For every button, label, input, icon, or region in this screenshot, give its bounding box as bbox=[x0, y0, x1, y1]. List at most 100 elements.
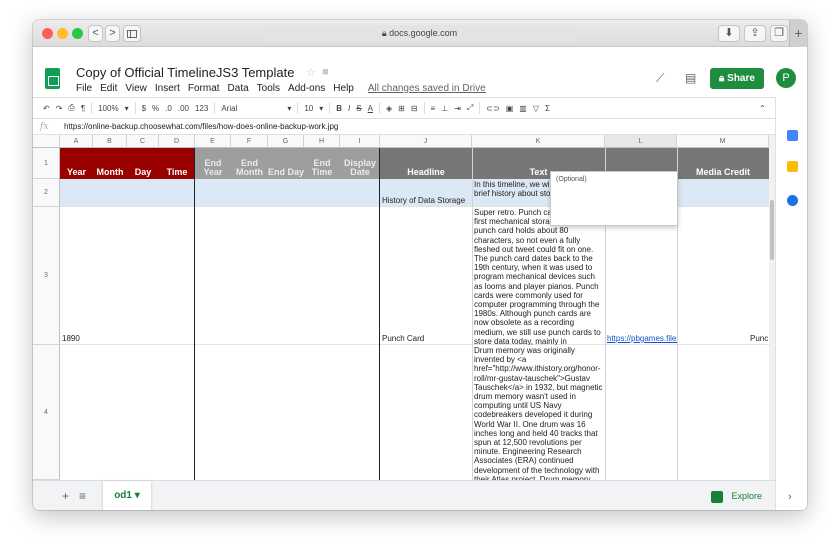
column-header-a[interactable]: A bbox=[60, 135, 93, 148]
decrease-decimal-button[interactable]: .0 bbox=[165, 104, 172, 113]
paint-format-icon[interactable]: ¶ bbox=[81, 104, 85, 113]
comments-icon[interactable]: ▤ bbox=[685, 71, 696, 85]
bold-button[interactable]: B bbox=[336, 104, 342, 113]
header-end-time[interactable]: End Time bbox=[304, 148, 340, 179]
column-header-m[interactable]: M bbox=[677, 135, 769, 148]
save-status[interactable]: All changes saved in Drive bbox=[368, 83, 486, 94]
header-media-credit[interactable]: Media Credit bbox=[677, 148, 769, 179]
column-header-e[interactable]: E bbox=[195, 135, 231, 148]
cell-k4[interactable]: Drum memory was originally invented by <… bbox=[472, 345, 605, 480]
add-sheet-icon[interactable]: + bbox=[62, 489, 69, 503]
horizontal-align-icon[interactable]: ≡ bbox=[431, 104, 436, 113]
avatar[interactable]: P bbox=[776, 68, 796, 88]
menu-edit[interactable]: Edit bbox=[100, 83, 117, 94]
column-header-g[interactable]: G bbox=[268, 135, 304, 148]
font-select[interactable]: Arial bbox=[221, 104, 281, 113]
explore-button[interactable]: Explore bbox=[711, 487, 771, 505]
menu-view[interactable]: View bbox=[125, 83, 147, 94]
header-headline[interactable]: Headline bbox=[380, 148, 472, 179]
header-end-year[interactable]: End Year bbox=[195, 148, 231, 179]
menu-file[interactable]: File bbox=[76, 83, 92, 94]
undo-icon[interactable]: ↶ bbox=[43, 104, 50, 113]
column-header-b[interactable]: B bbox=[93, 135, 127, 148]
menu-help[interactable]: Help bbox=[333, 83, 354, 94]
italic-button[interactable]: I bbox=[348, 104, 350, 113]
font-size-select[interactable]: 10 bbox=[304, 104, 313, 113]
tasks-icon[interactable] bbox=[787, 195, 798, 206]
collapse-toolbar-icon[interactable]: ⌃ bbox=[759, 104, 766, 113]
cell-k3[interactable]: Super retro. Punch cards were the first … bbox=[472, 207, 605, 345]
cell-a3[interactable]: 1890 bbox=[62, 334, 102, 343]
close-window-button[interactable] bbox=[42, 28, 53, 39]
menu-addons[interactable]: Add-ons bbox=[288, 83, 325, 94]
header-end-day[interactable]: End Day bbox=[268, 148, 304, 179]
column-header-f[interactable]: F bbox=[231, 135, 268, 148]
folder-icon[interactable]: ■ bbox=[322, 66, 329, 78]
column-header-c[interactable]: C bbox=[127, 135, 159, 148]
print-icon[interactable]: ⎙ bbox=[68, 103, 74, 113]
cell-j2[interactable]: History of Data Storage bbox=[382, 196, 472, 205]
header-year[interactable]: Year bbox=[60, 148, 93, 179]
zoom-window-button[interactable] bbox=[72, 28, 83, 39]
header-day[interactable]: Day bbox=[127, 148, 159, 179]
redo-icon[interactable]: ↷ bbox=[56, 104, 63, 113]
calendar-icon[interactable] bbox=[787, 130, 798, 141]
spreadsheet-grid[interactable]: A B C D E F G H I J K L M 1 2 3 4 Year M… bbox=[33, 135, 769, 480]
tab-overview-button[interactable]: ❐ bbox=[770, 25, 788, 42]
column-header-i[interactable]: I bbox=[340, 135, 380, 148]
back-button[interactable]: < bbox=[88, 25, 103, 42]
share-button[interactable]: 🔒︎ Share bbox=[710, 68, 764, 89]
menu-insert[interactable]: Insert bbox=[155, 83, 180, 94]
vertical-align-icon[interactable]: ⊥ bbox=[441, 104, 448, 113]
cell-j3[interactable]: Punch Card bbox=[382, 334, 472, 343]
sidebar-toggle-button[interactable] bbox=[123, 25, 141, 42]
forward-button[interactable]: > bbox=[105, 25, 120, 42]
downloads-button[interactable]: ⬇ bbox=[718, 25, 740, 42]
select-all-corner[interactable] bbox=[33, 135, 60, 148]
document-title[interactable]: Copy of Official TimelineJS3 Template bbox=[76, 65, 294, 80]
menu-data[interactable]: Data bbox=[228, 83, 249, 94]
row-header-3[interactable]: 3 bbox=[33, 207, 60, 345]
text-rotate-icon[interactable]: ⤢ bbox=[467, 103, 473, 113]
increase-decimal-button[interactable]: .00 bbox=[178, 104, 189, 113]
column-header-j[interactable]: J bbox=[380, 135, 472, 148]
cell-l3[interactable]: https://pbgames.files bbox=[607, 334, 677, 343]
address-bar[interactable]: 🔒︎ docs.google.com bbox=[263, 25, 576, 42]
percent-format-button[interactable]: % bbox=[152, 104, 159, 113]
text-color-button[interactable]: A bbox=[368, 104, 373, 113]
row-header-1[interactable]: 1 bbox=[33, 148, 60, 179]
menu-tools[interactable]: Tools bbox=[257, 83, 280, 94]
merge-cells-icon[interactable]: ⊟ bbox=[411, 104, 418, 113]
new-tab-button[interactable]: + bbox=[789, 20, 807, 47]
more-formats-button[interactable]: 123 bbox=[195, 104, 208, 113]
functions-icon[interactable]: Σ bbox=[545, 104, 550, 113]
cell-note-popup[interactable]: (Optional) bbox=[550, 171, 678, 226]
insert-chart-icon[interactable]: ▥ bbox=[519, 104, 527, 113]
borders-icon[interactable]: ⊞ bbox=[398, 104, 405, 113]
row-header-2[interactable]: 2 bbox=[33, 179, 60, 207]
column-header-k[interactable]: K bbox=[472, 135, 605, 148]
filter-icon[interactable]: ▽ bbox=[533, 104, 539, 113]
fill-color-icon[interactable]: ◈ bbox=[386, 104, 392, 113]
share-page-button[interactable]: ⇪ bbox=[744, 25, 766, 42]
column-header-d[interactable]: D bbox=[159, 135, 195, 148]
cell-m3[interactable]: Punc bbox=[750, 334, 769, 343]
row-header-4[interactable]: 4 bbox=[33, 345, 60, 480]
keep-icon[interactable] bbox=[787, 161, 798, 172]
minimize-window-button[interactable] bbox=[57, 28, 68, 39]
menu-format[interactable]: Format bbox=[188, 83, 220, 94]
column-header-h[interactable]: H bbox=[304, 135, 340, 148]
star-icon[interactable]: ☆ bbox=[306, 66, 316, 79]
expand-panel-icon[interactable]: › bbox=[788, 491, 792, 503]
activity-icon[interactable]: ⟋ bbox=[656, 71, 664, 86]
currency-format-button[interactable]: $ bbox=[142, 104, 146, 113]
insert-link-icon[interactable]: ⊂⊃ bbox=[486, 104, 499, 113]
header-time[interactable]: Time bbox=[159, 148, 195, 179]
column-header-l[interactable]: L bbox=[605, 135, 677, 148]
zoom-select[interactable]: 100% bbox=[98, 104, 118, 113]
formula-input[interactable]: https://online-backup.choosewhat.com/fil… bbox=[64, 119, 338, 135]
strikethrough-button[interactable]: S bbox=[356, 104, 361, 113]
sheets-logo-icon[interactable] bbox=[45, 68, 60, 89]
header-display-date[interactable]: Display Date bbox=[340, 148, 380, 179]
scrollbar-thumb[interactable] bbox=[770, 200, 774, 260]
